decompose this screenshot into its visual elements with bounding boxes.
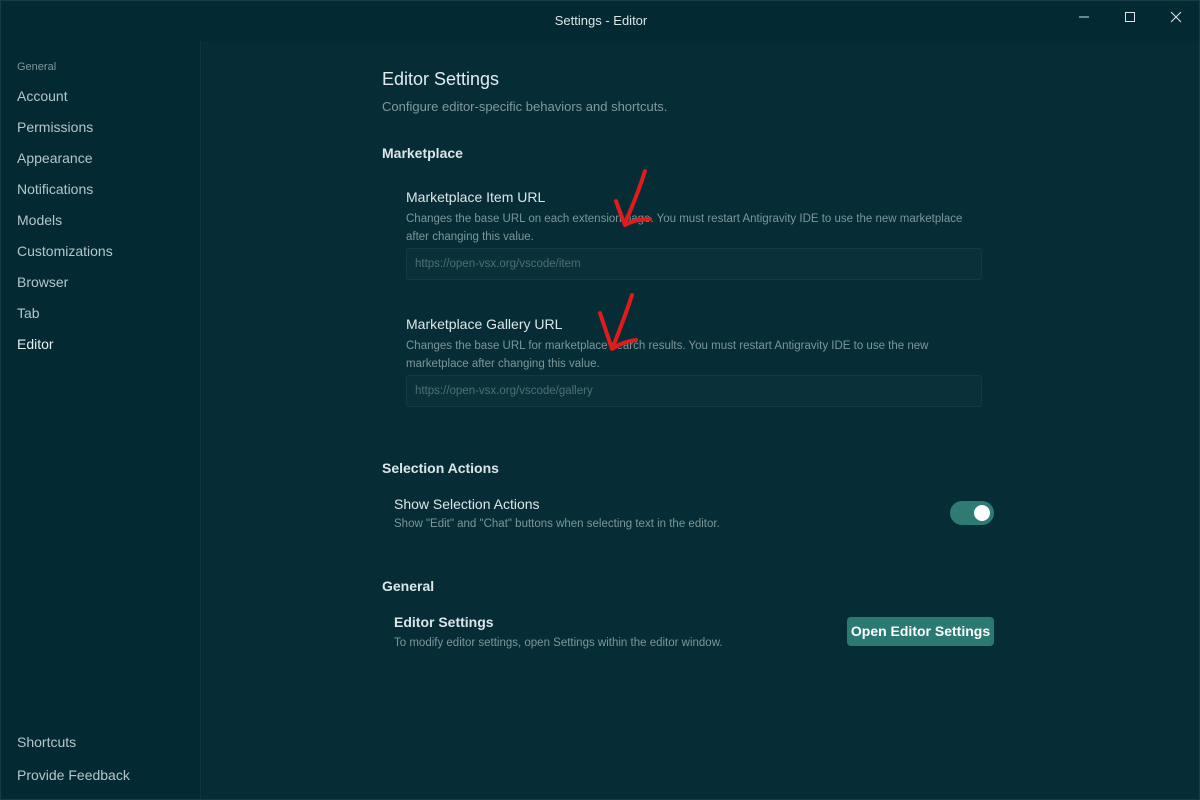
sidebar-section-general: General [17,61,57,73]
general-heading: General [382,578,435,594]
sidebar-item-appearance[interactable]: Appearance [17,150,93,166]
marketplace-gallery-url-description: Changes the base URL for marketplace sea… [406,340,929,370]
show-selection-actions-description: Show "Edit" and "Chat" buttons when sele… [394,518,720,530]
window-title: Settings - Editor [554,13,648,28]
marketplace-item-url-description: Changes the base URL on each extension p… [406,213,963,243]
sidebar-item-browser[interactable]: Browser [17,274,68,290]
maximize-button[interactable] [1107,1,1153,33]
sidebar-item-provide-feedback[interactable]: Provide Feedback [17,767,130,783]
sidebar-item-account[interactable]: Account [17,88,68,104]
close-button[interactable] [1153,1,1199,33]
selection-actions-heading: Selection Actions [382,460,499,476]
page-subtitle: Configure editor-specific behaviors and … [382,99,668,114]
sidebar-item-shortcuts[interactable]: Shortcuts [17,734,76,750]
sidebar-item-editor[interactable]: Editor [17,336,54,352]
settings-sidebar: General Account Permissions Appearance N… [1,41,201,799]
open-editor-settings-button[interactable]: Open Editor Settings [847,617,994,646]
marketplace-heading: Marketplace [382,145,463,161]
maximize-icon [1125,12,1135,22]
settings-window: Settings - Editor General Account Permis… [0,0,1200,800]
close-icon [1170,11,1182,23]
minimize-icon [1079,16,1089,18]
sidebar-item-customizations[interactable]: Customizations [17,243,113,259]
show-selection-actions-label: Show Selection Actions [394,496,540,512]
marketplace-gallery-url-label: Marketplace Gallery URL [406,316,563,332]
editor-settings-label: Editor Settings [394,614,494,630]
sidebar-item-models[interactable]: Models [17,212,62,228]
minimize-button[interactable] [1061,1,1107,33]
sidebar-item-tab[interactable]: Tab [17,305,40,321]
page-title: Editor Settings [382,69,500,89]
settings-content: Editor Settings Configure editor-specifi… [202,41,1199,799]
sidebar-item-permissions[interactable]: Permissions [17,119,93,135]
show-selection-actions-toggle[interactable] [950,501,994,525]
marketplace-item-url-input[interactable] [406,248,982,280]
sidebar-item-notifications[interactable]: Notifications [17,181,93,197]
marketplace-item-url-label: Marketplace Item URL [406,189,546,205]
toggle-knob [974,505,990,521]
editor-settings-description: To modify editor settings, open Settings… [394,637,723,649]
marketplace-gallery-url-input[interactable] [406,375,982,407]
title-bar: Settings - Editor [1,1,1199,41]
